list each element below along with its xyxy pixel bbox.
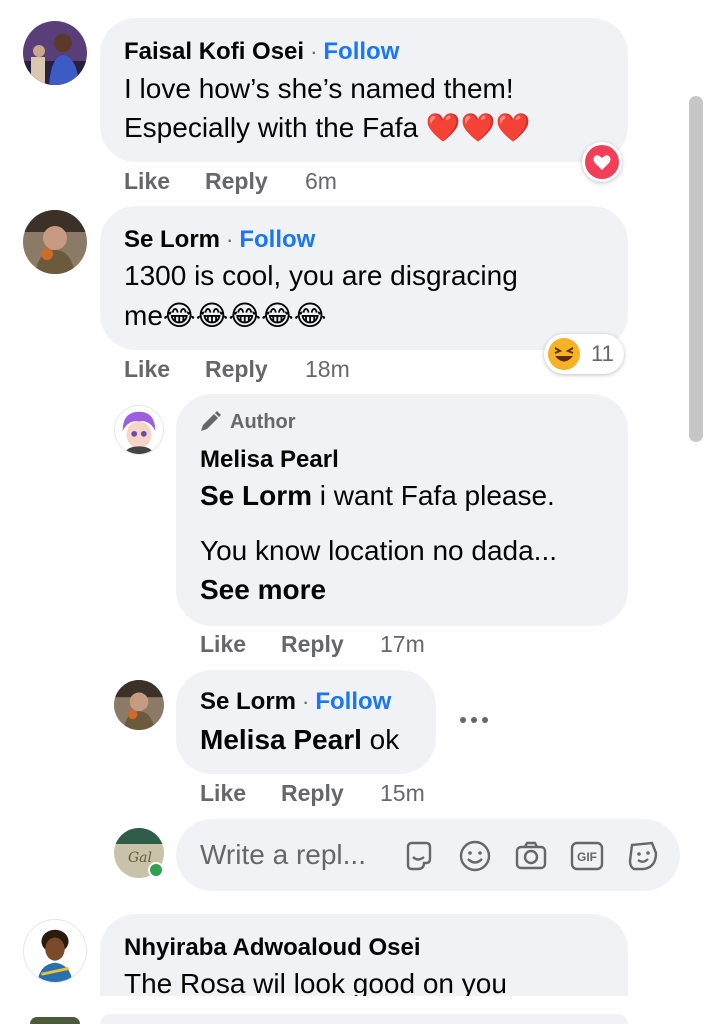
comment-actions: Like Reply 17m	[200, 631, 425, 658]
svg-text:Gal: Gal	[128, 850, 152, 866]
timestamp: 17m	[380, 631, 425, 657]
like-button[interactable]: Like	[200, 631, 281, 658]
online-status-dot	[148, 862, 164, 878]
comment-author[interactable]: Faisal Kofi Osei	[124, 38, 304, 66]
reaction-badge[interactable]	[582, 142, 622, 182]
like-button[interactable]: Like	[124, 168, 205, 195]
comment-author[interactable]: Se Lorm	[200, 688, 296, 716]
comment-actions: Like Reply 15m	[200, 780, 425, 807]
follow-button[interactable]: Follow	[239, 226, 315, 254]
timestamp: 18m	[305, 356, 350, 382]
timestamp: 6m	[305, 168, 337, 194]
emoji-icon[interactable]	[458, 839, 492, 873]
camera-icon[interactable]	[514, 839, 548, 873]
avatar-melisa-pearl[interactable]	[114, 405, 164, 455]
reply-button[interactable]: Reply	[205, 168, 305, 195]
reply-button[interactable]: Reply	[205, 356, 305, 383]
gif-icon[interactable]: GIF	[570, 839, 604, 873]
comment-actions: Like Reply 6m	[124, 168, 337, 195]
comment-author[interactable]: Nhyiraba Adwoaloud Osei	[124, 934, 421, 962]
separator-dot: ·	[310, 39, 318, 64]
like-button[interactable]: Like	[124, 356, 205, 383]
reply-button[interactable]: Reply	[281, 631, 380, 658]
mention-link[interactable]: Melisa Pearl	[200, 724, 362, 755]
avatar-se-lorm[interactable]	[114, 680, 164, 730]
more-options-icon[interactable]	[458, 712, 490, 728]
comment-text-line1: Se Lorm i want Fafa please.	[200, 476, 555, 516]
see-more-link[interactable]: See more	[200, 570, 326, 610]
comment-text-line1: The Rosa wil look good on you	[124, 968, 507, 996]
scrollbar-thumb[interactable]	[689, 96, 703, 442]
comment-bubble-se-lorm: Se Lorm · Follow 1300 is cool, you are d…	[100, 206, 628, 350]
follow-button[interactable]: Follow	[323, 38, 399, 66]
avatar-se-lorm[interactable]	[23, 210, 87, 274]
comment-text-line2: You know location no dada...	[200, 535, 558, 566]
gif-label: GIF	[577, 850, 597, 864]
comment-text-body: ok	[361, 724, 400, 755]
avatar-sticker-icon[interactable]	[626, 839, 660, 873]
comment-text: i want Fafa please.	[312, 480, 555, 511]
timestamp: 15m	[380, 780, 425, 806]
sticker-icon[interactable]	[402, 839, 436, 873]
reaction-count: 11	[591, 341, 614, 366]
reply-bubble-melisa-pearl: Author Melisa Pearl Se Lorm i want Fafa …	[176, 394, 628, 626]
next-comment-bubble-peek	[100, 1014, 628, 1024]
comment-text-line1: I love how’s she’s named them!	[124, 73, 514, 104]
comment-author[interactable]: Melisa Pearl	[200, 446, 339, 474]
mention-link[interactable]: Se Lorm	[200, 480, 312, 511]
follow-button[interactable]: Follow	[315, 688, 391, 716]
comment-bubble-nhyiraba: Nhyiraba Adwoaloud Osei The Rosa wil loo…	[100, 914, 628, 996]
comment-text-line2: Especially with the Fafa ❤️❤️❤️	[124, 112, 531, 143]
pencil-icon	[198, 410, 222, 434]
avatar-nhyiraba[interactable]	[23, 919, 87, 983]
reply-button[interactable]: Reply	[281, 780, 380, 807]
reply-input[interactable]	[200, 835, 390, 875]
current-user-avatar[interactable]: Gal	[114, 828, 164, 878]
heart-reaction-icon	[585, 145, 619, 179]
comment-bubble-nhyiraba-clip: Nhyiraba Adwoaloud Osei The Rosa wil loo…	[100, 914, 628, 996]
next-comment-avatar-peek	[30, 1017, 80, 1024]
avatar-faisal[interactable]	[23, 21, 87, 85]
comment-text-line1: 1300 is cool, you are disgracing	[124, 260, 518, 291]
comment-actions: Like Reply 18m	[124, 356, 350, 383]
reply-composer: GIF	[176, 819, 680, 891]
separator-dot: ·	[302, 689, 310, 714]
reply-bubble-se-lorm: Se Lorm · Follow Melisa Pearl ok	[176, 670, 436, 774]
separator-dot: ·	[226, 227, 234, 252]
reaction-badge[interactable]: 11	[544, 334, 624, 374]
author-badge: Author	[230, 410, 296, 433]
laughing-reaction-icon	[547, 337, 581, 371]
comment-text-line2: me😂😂😂😂😂	[124, 300, 327, 331]
comment-text: Melisa Pearl ok	[200, 720, 399, 760]
comment-bubble-faisal: Faisal Kofi Osei · Follow I love how’s s…	[100, 18, 628, 162]
comment-author[interactable]: Se Lorm	[124, 226, 220, 254]
like-button[interactable]: Like	[200, 780, 281, 807]
